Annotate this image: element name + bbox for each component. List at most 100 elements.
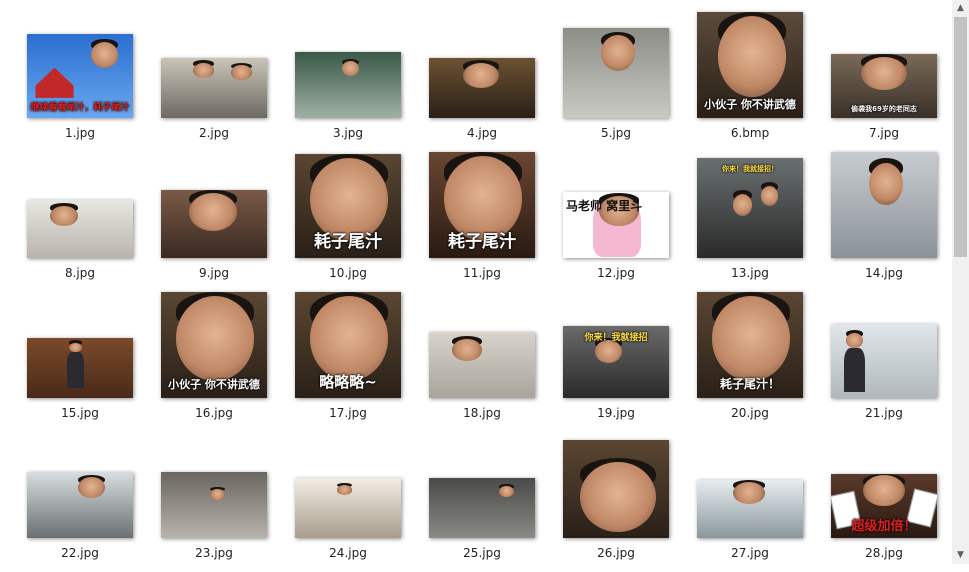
face-shape (498, 486, 514, 498)
file-item[interactable]: 15.jpg (20, 292, 140, 432)
file-thumbnail[interactable] (831, 152, 937, 258)
file-name-label: 20.jpg (731, 406, 769, 420)
file-item[interactable]: 18.jpg (422, 292, 542, 432)
file-name-label: 18.jpg (463, 406, 501, 420)
file-thumbnail[interactable] (161, 58, 267, 118)
file-name-label: 13.jpg (731, 266, 769, 280)
thumbnail-grid: 继续看看尾汁，耗子尾汁 1.jpg 2.jpg 3.jpg 4.jpg 5.jpg 小伙子 … (0, 0, 952, 564)
face-shape (711, 296, 791, 382)
file-name-label: 14.jpg (865, 266, 903, 280)
file-thumbnail[interactable]: 马老师 窝里斗 (563, 192, 669, 258)
file-item[interactable]: 27.jpg (690, 432, 810, 572)
face-shape (69, 342, 83, 353)
meme-caption: 偷袭我69岁的老同志 (851, 105, 917, 114)
file-thumbnail[interactable] (563, 440, 669, 538)
file-name-label: 23.jpg (195, 546, 233, 560)
file-thumbnail[interactable] (161, 472, 267, 538)
file-item[interactable]: 小伙子 你不讲武德 6.bmp (690, 12, 810, 152)
meme-caption: 马老师 窝里斗 (566, 198, 643, 213)
file-thumbnail[interactable]: 继续看看尾汁，耗子尾汁 (27, 34, 133, 118)
file-item[interactable]: 23.jpg (154, 432, 274, 572)
meme-caption: 耗子尾汁 (314, 231, 382, 252)
file-item[interactable]: 22.jpg (20, 432, 140, 572)
file-item[interactable]: 8.jpg (20, 152, 140, 292)
file-item[interactable]: 9.jpg (154, 152, 274, 292)
file-thumbnail[interactable]: 耗子尾汁 (295, 154, 401, 258)
file-item[interactable]: 马老师 窝里斗 12.jpg (556, 152, 676, 292)
file-thumbnail[interactable]: 耗子尾汁 (429, 152, 535, 258)
file-name-label: 6.bmp (730, 126, 770, 140)
file-name-label: 24.jpg (329, 546, 367, 560)
file-item[interactable]: 偷袭我69岁的老同志 7.jpg (824, 12, 944, 152)
file-thumbnail[interactable] (27, 338, 133, 398)
file-item[interactable]: 5.jpg (556, 12, 676, 152)
file-item[interactable]: 耗子尾汁 10.jpg (288, 152, 408, 292)
file-item[interactable]: 略略略~ 17.jpg (288, 292, 408, 432)
scroll-down-arrow-icon[interactable]: ▼ (952, 547, 969, 564)
file-item[interactable]: 小伙子 你不讲武德 16.jpg (154, 292, 274, 432)
face-shape (869, 162, 904, 205)
meme-caption: 小伙子 你不讲武德 (168, 377, 260, 391)
file-name-label: 19.jpg (597, 406, 635, 420)
file-thumbnail[interactable] (429, 58, 535, 118)
file-name-label: 4.jpg (466, 126, 498, 140)
file-thumbnail[interactable]: 小伙子 你不讲武德 (161, 292, 267, 398)
file-name-label: 1.jpg (64, 126, 96, 140)
file-item[interactable]: 耗子尾汁 11.jpg (422, 152, 542, 292)
file-name-label: 2.jpg (198, 126, 230, 140)
file-item[interactable]: 你来！我就接招！ 13.jpg (690, 152, 810, 292)
meme-caption: 你来！我就接招！ (722, 165, 778, 173)
file-thumbnail[interactable] (295, 52, 401, 118)
file-thumbnail[interactable]: 小伙子 你不讲武德 (697, 12, 803, 118)
file-thumbnail[interactable] (429, 478, 535, 538)
scroll-up-arrow-icon[interactable]: ▲ (952, 0, 969, 17)
file-item[interactable]: 继续看看尾汁，耗子尾汁 1.jpg (20, 12, 140, 152)
file-item[interactable]: 超级加倍！ 28.jpg (824, 432, 944, 572)
file-name-label: 11.jpg (463, 266, 501, 280)
file-thumbnail[interactable] (697, 480, 803, 538)
file-thumbnail[interactable] (27, 200, 133, 258)
file-item[interactable]: 3.jpg (288, 12, 408, 152)
file-item[interactable]: 24.jpg (288, 432, 408, 572)
face-shape (733, 482, 765, 505)
file-name-label: 17.jpg (329, 406, 367, 420)
meme-caption: 耗子尾汁！ (719, 376, 780, 391)
file-item[interactable]: 4.jpg (422, 12, 542, 152)
file-thumbnail[interactable]: 耗子尾汁！ (697, 292, 803, 398)
face-shape (760, 186, 778, 206)
face-shape (718, 16, 787, 97)
file-name-label: 28.jpg (865, 546, 903, 560)
file-item[interactable]: 你来！我就接招 19.jpg (556, 292, 676, 432)
file-name-label: 3.jpg (332, 126, 364, 140)
file-thumbnail[interactable] (563, 28, 669, 118)
file-thumbnail[interactable]: 你来！我就接招！ (697, 158, 803, 258)
file-thumbnail[interactable] (831, 324, 937, 398)
face-shape (230, 65, 253, 80)
person-body-shape (843, 347, 865, 393)
file-thumbnail[interactable]: 你来！我就接招 (563, 326, 669, 398)
face-shape (862, 475, 906, 506)
meme-caption: 耗子尾汁 (448, 231, 516, 252)
meme-caption: 小伙子 你不讲武德 (704, 97, 796, 111)
file-item[interactable]: 21.jpg (824, 292, 944, 432)
file-thumbnail[interactable]: 超级加倍！ (831, 474, 937, 538)
file-thumbnail[interactable] (429, 332, 535, 398)
file-item[interactable]: 2.jpg (154, 12, 274, 152)
file-thumbnail[interactable]: 偷袭我69岁的老同志 (831, 54, 937, 118)
file-thumbnail[interactable] (161, 190, 267, 258)
file-item[interactable]: 25.jpg (422, 432, 542, 572)
vertical-scrollbar[interactable]: ▲ ▼ (952, 0, 969, 564)
file-name-label: 27.jpg (731, 546, 769, 560)
file-name-label: 21.jpg (865, 406, 903, 420)
file-thumbnail[interactable]: 略略略~ (295, 292, 401, 398)
file-item[interactable]: 14.jpg (824, 152, 944, 292)
file-item[interactable]: 26.jpg (556, 432, 676, 572)
face-shape (309, 296, 389, 382)
file-item[interactable]: 耗子尾汁！ 20.jpg (690, 292, 810, 432)
file-thumbnail[interactable] (27, 472, 133, 538)
face-shape (90, 42, 119, 68)
scrollbar-thumb[interactable] (954, 17, 967, 257)
meme-caption: 你来！我就接招 (584, 333, 648, 344)
face-shape (601, 35, 636, 72)
file-thumbnail[interactable] (295, 478, 401, 538)
